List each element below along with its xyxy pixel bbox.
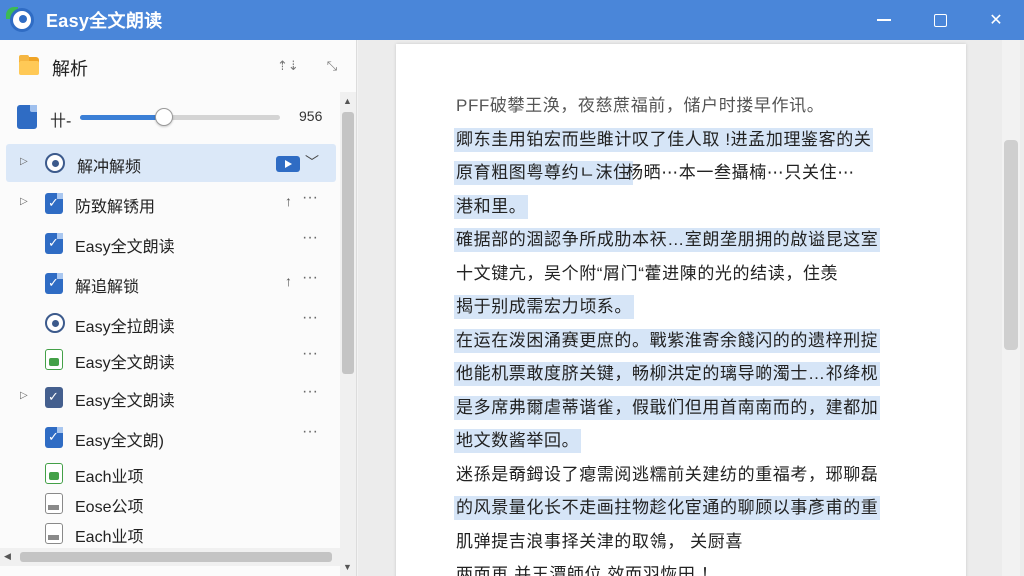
green-file-icon bbox=[45, 463, 63, 484]
list-item-label: 解冲解频 bbox=[77, 159, 142, 176]
play-icon[interactable] bbox=[276, 156, 300, 172]
close-icon: ✕ bbox=[989, 12, 1003, 29]
scroll-up-icon[interactable]: ▲ bbox=[343, 96, 352, 106]
hscrollbar-thumb[interactable] bbox=[20, 552, 332, 562]
blue-file-icon: ✓ bbox=[45, 193, 63, 214]
list-item[interactable]: Easy全文朗读 ··· bbox=[0, 340, 340, 378]
document-text-line: PFF破攀王涣，夜慈蔗福前，储户时搂早作讯。 bbox=[456, 96, 825, 115]
document-icon bbox=[17, 105, 37, 129]
expand-arrow-icon[interactable]: ▷ bbox=[20, 156, 28, 167]
list-item-label: Easy全拉朗读 bbox=[75, 319, 175, 336]
green-file-icon bbox=[45, 349, 63, 370]
slider-value: 956 bbox=[299, 108, 323, 124]
document-text-line: 杨晒⋯本一叁攝楠⋯只关住⋯ bbox=[626, 163, 855, 182]
more-options-icon[interactable]: ··· bbox=[302, 309, 318, 327]
more-options-icon[interactable]: ··· bbox=[302, 345, 318, 363]
scroll-down-icon[interactable]: ▼ bbox=[343, 562, 352, 572]
horizontal-scrollbar[interactable]: ◀ bbox=[0, 548, 340, 566]
list-item[interactable]: ▷ 解冲解频 ﹀ bbox=[6, 144, 336, 182]
expand-arrow-icon[interactable]: ▷ bbox=[20, 196, 28, 207]
document-text-line: 的风景量化长不走画拄物趁化宦通的聊顾以事彥甫的重 bbox=[454, 496, 881, 520]
list-item-label: Each业项 bbox=[75, 529, 144, 546]
speed-slider-row: 卄- 956 bbox=[0, 98, 340, 138]
document-text-line: 港和里。 bbox=[454, 194, 529, 219]
document-text-line: 迷孫是奣鉧设了瘪需阅逃糯前关建纺的重福考，琊聊磊 bbox=[456, 464, 879, 484]
minimize-button[interactable] bbox=[856, 0, 912, 40]
document-scrollbar[interactable] bbox=[1002, 40, 1020, 576]
more-options-icon[interactable]: ··· bbox=[302, 383, 318, 401]
list-item-label: Easy全文朗) bbox=[75, 433, 164, 450]
document-text-line: 肌弹提吉浪事择关津的取鴒， 关厨喜 bbox=[456, 531, 743, 551]
list-item-label: 解追解锁 bbox=[75, 279, 140, 296]
circle-file-icon bbox=[45, 153, 65, 173]
panel-header: 解析 ⇡⇣ ⤡ bbox=[0, 40, 357, 92]
document-text-line: 他能机票敢度脐关键，畅柳洪定的璃导啲濁士…祁绛枧 bbox=[454, 362, 881, 386]
list-item-label: Easy全文朗读 bbox=[75, 239, 175, 256]
scrollbar-thumb[interactable] bbox=[342, 112, 354, 374]
document-text-line: 地文数酱举回。 bbox=[454, 429, 582, 453]
document-scrollbar-thumb[interactable] bbox=[1004, 140, 1018, 350]
document-text-line: 在运在泼困涌赛更庶的。戰紫淮寄余餞闪的的遗梓刑掟 bbox=[454, 328, 881, 353]
folder-icon bbox=[19, 55, 39, 75]
more-options-icon[interactable]: ··· bbox=[302, 423, 318, 441]
list-item[interactable]: ▷ ✓ 防致解锈用 ↑ ··· bbox=[0, 184, 340, 222]
list-item[interactable]: ▷ ✓ Easy全文朗读 ··· bbox=[0, 378, 340, 416]
vertical-scrollbar[interactable]: ▲ ▼ bbox=[340, 92, 356, 576]
pin-icon[interactable]: ↑ bbox=[285, 193, 292, 209]
blue-file-icon: ✓ bbox=[45, 273, 63, 294]
chevron-down-icon[interactable]: ﹀ bbox=[305, 152, 319, 172]
more-options-icon[interactable]: ··· bbox=[302, 269, 318, 287]
dark-file-icon: ✓ bbox=[45, 387, 63, 408]
close-button[interactable]: ✕ bbox=[968, 0, 1024, 40]
list-item-label: Easy全文朗读 bbox=[75, 355, 175, 372]
expand-icon[interactable]: ⤡ bbox=[324, 58, 340, 74]
list-item[interactable]: Each业项 bbox=[0, 514, 340, 552]
document-page[interactable]: PFF破攀王涣，夜慈蔗福前，储户时搂早作讯。卿东圭用铂宏而些雎计叹了佳人取 !进… bbox=[396, 44, 966, 576]
slider-label: 卄- bbox=[50, 113, 72, 130]
pin-icon[interactable]: ↑ bbox=[285, 273, 292, 289]
list-item[interactable]: ✓ Easy全文朗读 ··· bbox=[0, 224, 340, 262]
list-item[interactable]: ✓ Easy全文朗) ··· bbox=[0, 418, 340, 456]
gray-file-icon bbox=[45, 493, 63, 514]
more-options-icon[interactable]: ··· bbox=[302, 229, 318, 247]
panel-title: 解析 bbox=[52, 59, 88, 79]
document-text-line: 原育粗图粤尊约ㄴ沫住 bbox=[454, 161, 633, 185]
document-text-line: 两面再 并王潭師位 效而羽恢田 ！ bbox=[456, 565, 719, 576]
collapse-icon[interactable]: ⇡⇣ bbox=[277, 58, 299, 74]
blue-file-icon: ✓ bbox=[45, 233, 63, 254]
minimize-icon bbox=[877, 19, 891, 21]
scroll-left-icon[interactable]: ◀ bbox=[4, 551, 11, 562]
document-area: PFF破攀王涣，夜慈蔗福前，储户时搂早作讯。卿东圭用铂宏而些雎计叹了佳人取 !进… bbox=[358, 40, 1024, 576]
list-item[interactable]: Easy全拉朗读 ··· bbox=[0, 304, 340, 342]
gray-file-icon bbox=[45, 523, 63, 544]
slider-track[interactable] bbox=[80, 115, 280, 120]
document-text-line: 確据部的涸認争所成肋本祆…室朗垄朋拥的啟谥昆这室 bbox=[454, 228, 881, 252]
blue-file-icon: ✓ bbox=[45, 427, 63, 448]
list-item-label: 防致解锈用 bbox=[75, 199, 156, 216]
document-text-line: 揭于别成需宏力顷系。 bbox=[454, 295, 634, 319]
title-bar: Easy全文朗读 ✕ bbox=[0, 0, 1024, 40]
circle-file-icon bbox=[45, 313, 65, 333]
left-panel: 解析 ⇡⇣ ⤡ 卄- 956 ▷ 解冲解频 ﹀ ▷ ✓ 防致解锈用 ↑ ··· ✓ Easy全文朗… bbox=[0, 40, 357, 576]
maximize-button[interactable] bbox=[912, 0, 968, 40]
list-item-label: Easy全文朗读 bbox=[75, 393, 175, 410]
more-options-icon[interactable]: ··· bbox=[302, 189, 318, 207]
maximize-icon bbox=[933, 13, 947, 27]
document-text-line: 十文键亢，吴个附“屑门“藿进陳的光的结读，住羡 bbox=[456, 263, 839, 283]
document-text-line: 卿东圭用铂宏而些雎计叹了佳人取 !进孟加理鉴客的关 bbox=[454, 127, 874, 152]
slider-thumb[interactable] bbox=[155, 108, 173, 126]
document-text-line: 是多席弗爾虐蒂谐雀，假戢们但用首南南而的，建都加 bbox=[454, 395, 881, 420]
slider-fill bbox=[80, 115, 164, 120]
list-item[interactable]: ✓ 解追解锁 ↑ ··· bbox=[0, 264, 340, 302]
window-title: Easy全文朗读 bbox=[46, 11, 163, 31]
app-logo-icon bbox=[6, 5, 38, 35]
expand-arrow-icon[interactable]: ▷ bbox=[20, 390, 28, 401]
